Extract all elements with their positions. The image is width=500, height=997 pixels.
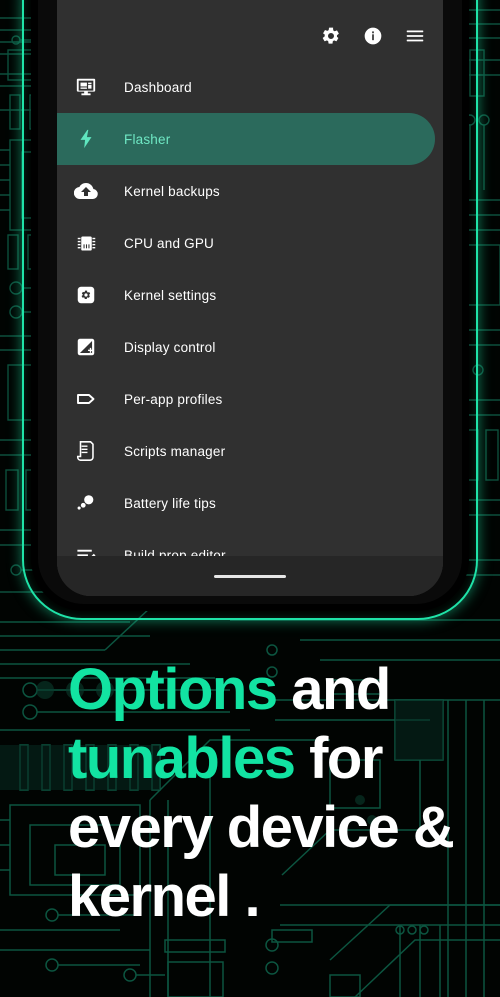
sidebar-item-kernel-settings[interactable]: Kernel settings [57, 269, 435, 321]
dashboard-monitor-icon [70, 71, 102, 103]
headline-line-three: every device & [68, 795, 455, 860]
sidebar-item-dashboard[interactable]: Dashboard [57, 61, 435, 113]
headline-accent-tunables: tunables [68, 726, 296, 791]
sidebar-item-per-app-profiles[interactable]: Per-app profiles [57, 373, 435, 425]
sidebar-item-label: Battery life tips [124, 495, 216, 511]
phone-device-mockup: Dashboard Flasher Kernel backups CPU and… [22, 0, 478, 620]
headline-plain-and: and [276, 657, 391, 722]
promo-screenshot: Dashboard Flasher Kernel backups CPU and… [0, 0, 500, 997]
phone-screen: Dashboard Flasher Kernel backups CPU and… [57, 0, 443, 596]
sidebar-item-label: Kernel backups [124, 183, 220, 199]
promo-headline: Options and tunables for every device & … [68, 655, 468, 931]
settings-gear-icon[interactable] [319, 24, 343, 48]
sidebar-item-kernel-backups[interactable]: Kernel backups [57, 165, 435, 217]
sidebar-item-label: CPU and GPU [124, 235, 214, 251]
sidebar-item-flasher[interactable]: Flasher [57, 113, 435, 165]
gear-square-icon [70, 279, 102, 311]
lightning-bolt-icon [70, 123, 102, 155]
sidebar-item-cpu-and-gpu[interactable]: CPU and GPU [57, 217, 435, 269]
sidebar-item-label: Dashboard [124, 79, 192, 95]
cpu-chip-icon [70, 227, 102, 259]
hamburger-menu-icon[interactable] [403, 24, 427, 48]
bubbles-dots-icon [70, 487, 102, 519]
sidebar-item-label: Scripts manager [124, 443, 226, 459]
sidebar-item-label: Kernel settings [124, 287, 217, 303]
cloud-upload-icon [70, 175, 102, 207]
sidebar-item-scripts-manager[interactable]: Scripts manager [57, 425, 435, 477]
navigation-drawer: Dashboard Flasher Kernel backups CPU and… [57, 61, 443, 596]
sidebar-item-label: Display control [124, 339, 216, 355]
app-toolbar [57, 0, 443, 61]
tag-icon [70, 383, 102, 415]
headline-accent-options: Options [68, 657, 278, 722]
brightness-plus-icon [70, 331, 102, 363]
home-indicator-zone [57, 556, 443, 596]
script-scroll-icon [70, 435, 102, 467]
headline-line-four: kernel . [68, 864, 261, 929]
sidebar-item-display-control[interactable]: Display control [57, 321, 435, 373]
sidebar-item-battery-life-tips[interactable]: Battery life tips [57, 477, 435, 529]
sidebar-item-label: Flasher [124, 131, 171, 147]
sidebar-item-label: Per-app profiles [124, 391, 223, 407]
home-indicator-bar[interactable] [214, 574, 286, 578]
info-icon[interactable] [361, 24, 385, 48]
headline-plain-for: for [294, 726, 383, 791]
